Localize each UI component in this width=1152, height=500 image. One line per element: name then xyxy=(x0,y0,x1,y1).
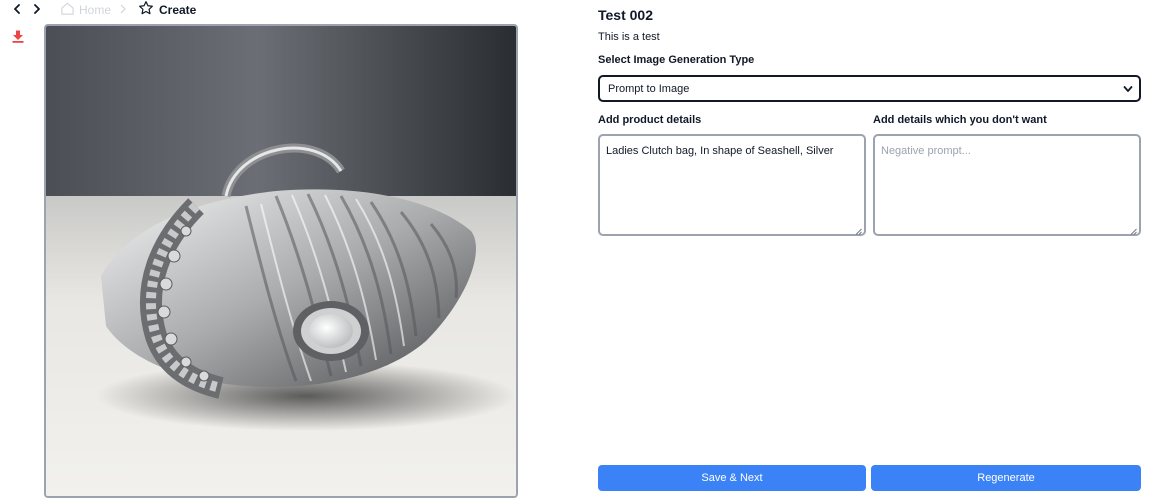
chevron-down-icon xyxy=(1123,84,1133,94)
resize-grip-icon[interactable] xyxy=(1130,225,1137,235)
chevron-right-icon[interactable] xyxy=(30,2,44,16)
generation-type-select[interactable]: Prompt to Image xyxy=(598,75,1141,102)
product-details-textarea[interactable]: Ladies Clutch bag, In shape of Seashell,… xyxy=(598,134,866,236)
page-title: Test 002 xyxy=(598,7,653,23)
product-details-label: Add product details xyxy=(598,114,702,126)
star-outline-icon xyxy=(138,0,154,19)
page-description: This is a test xyxy=(598,31,660,43)
home-icon xyxy=(60,1,75,19)
save-next-button[interactable]: Save & Next xyxy=(598,465,866,491)
breadcrumb-current: Create xyxy=(138,0,196,19)
generation-type-value: Prompt to Image xyxy=(608,82,690,95)
chevron-left-icon[interactable] xyxy=(10,2,24,16)
breadcrumb-current-label: Create xyxy=(159,2,197,17)
download-icon[interactable] xyxy=(12,30,26,44)
breadcrumb-home-label: Home xyxy=(79,3,112,17)
clutch-bag-image xyxy=(46,26,516,496)
negative-prompt-textarea[interactable]: Negative prompt... xyxy=(873,134,1141,236)
negative-prompt-placeholder: Negative prompt... xyxy=(881,145,971,157)
generated-image xyxy=(44,24,518,498)
breadcrumb-home[interactable]: Home xyxy=(60,1,111,19)
negative-details-label: Add details which you don't want xyxy=(873,114,1047,126)
breadcrumb-separator-icon xyxy=(118,2,128,16)
regenerate-button[interactable]: Regenerate xyxy=(871,465,1141,491)
generation-type-label: Select Image Generation Type xyxy=(598,54,755,66)
product-details-text: Ladies Clutch bag, In shape of Seashell,… xyxy=(606,145,834,157)
resize-grip-icon[interactable] xyxy=(855,225,862,235)
